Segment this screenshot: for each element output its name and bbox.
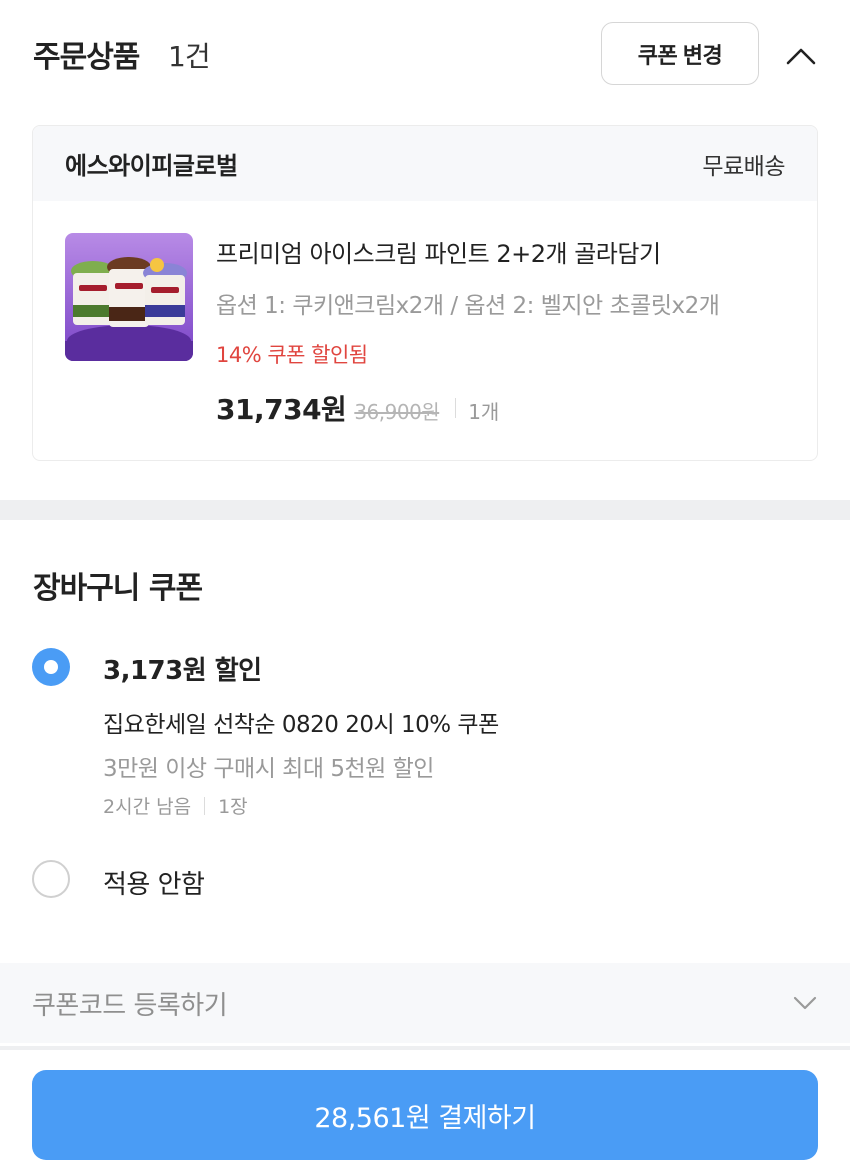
coupon-code-label: 쿠폰코드 등록하기 (32, 990, 228, 1021)
product-name[interactable]: 프리미엄 아이스크림 파인트 2+2개 골라담기 (216, 234, 661, 269)
product-option: 옵션 1: 쿠키앤크림x2개 / 옵션 2: 벨지안 초콜릿x2개 (216, 293, 720, 319)
coupon-count: 1장 (218, 796, 248, 818)
coupon-discount-amount[interactable]: 3,173원 할인 (103, 650, 262, 687)
coupon-radio-selected[interactable] (32, 648, 70, 686)
seller-name: 에스와이피글로벌 (65, 152, 238, 180)
coupon-name: 집요한세일 선착순 0820 20시 10% 쿠폰 (103, 712, 499, 738)
chevron-up-icon[interactable] (784, 40, 818, 70)
divider (204, 796, 206, 815)
divider (0, 1046, 850, 1050)
order-items-header: 주문상품 1건 쿠폰 변경 (0, 0, 850, 110)
seller-header: 에스와이피글로벌 무료배송 (33, 126, 817, 201)
pay-button[interactable]: 28,561원 결제하기 (32, 1070, 818, 1160)
shipping-label: 무료배송 (702, 153, 785, 180)
coupon-time-left: 2시간 남음 (103, 796, 192, 818)
order-items-title: 주문상품 (33, 40, 140, 75)
discount-note: 14% 쿠폰 할인됨 (216, 343, 368, 367)
checkout-page: 주문상품 1건 쿠폰 변경 에스와이피글로벌 무료배송 프리미엄 아이스크림 파… (0, 0, 850, 1166)
section-separator (0, 500, 850, 520)
product-quantity: 1개 (468, 400, 500, 424)
price-row: 31,734원 36,900원 1개 (216, 388, 499, 428)
original-price: 36,900원 (354, 400, 440, 424)
divider (455, 398, 457, 418)
chevron-down-icon (793, 996, 817, 1010)
cart-coupon-title: 장바구니 쿠폰 (33, 571, 203, 606)
coupon-meta: 2시간 남음 1장 (103, 792, 248, 819)
coupon-change-button[interactable]: 쿠폰 변경 (601, 22, 759, 85)
seller-card: 에스와이피글로벌 무료배송 프리미엄 아이스크림 파인트 2+2개 골라담기 옵… (32, 125, 818, 461)
no-coupon-label[interactable]: 적용 안함 (103, 864, 205, 901)
coupon-condition: 3만원 이상 구매시 최대 5천원 할인 (103, 756, 434, 782)
product-image[interactable] (65, 233, 193, 361)
sale-price: 31,734원 (216, 393, 347, 426)
coupon-code-row[interactable]: 쿠폰코드 등록하기 (0, 963, 850, 1043)
order-items-count: 1건 (168, 40, 211, 73)
coupon-radio-none[interactable] (32, 860, 70, 898)
